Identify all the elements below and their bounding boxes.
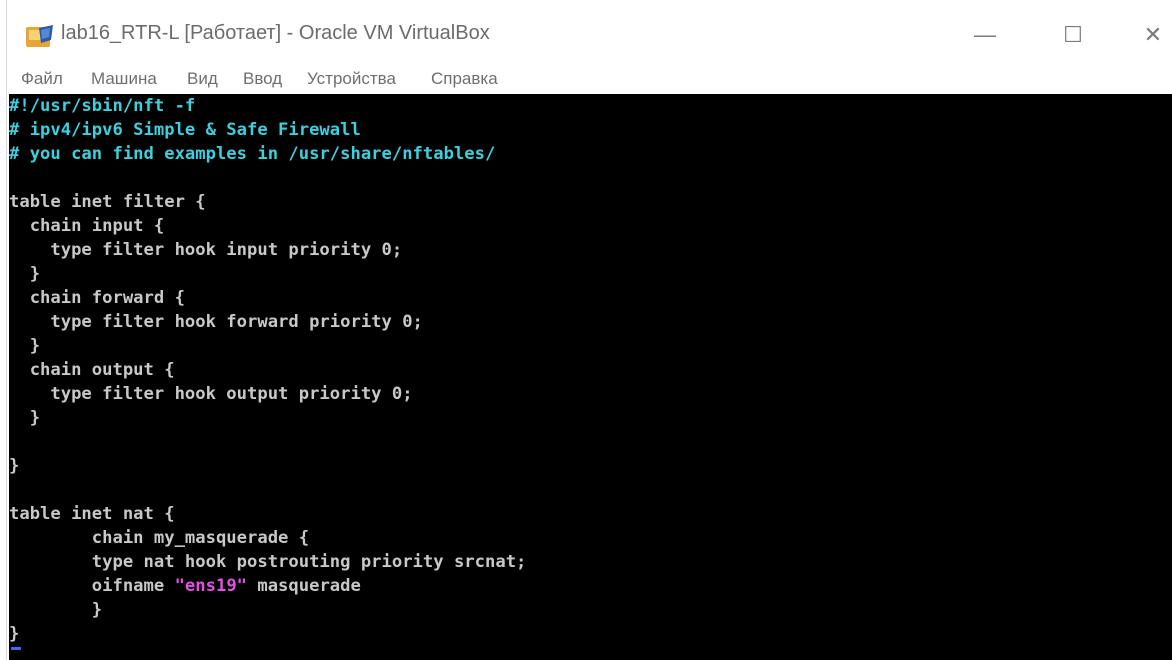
console-line: }: [9, 264, 41, 284]
maximize-button[interactable]: ☐: [1053, 18, 1093, 52]
console-line: # you can find examples in /usr/share/nf…: [9, 144, 496, 164]
text-cursor: [11, 647, 21, 650]
console-line: oifname "ens19" masquerade: [9, 574, 361, 598]
menu-view[interactable]: Вид: [187, 69, 218, 89]
console-line: }: [9, 624, 20, 644]
console-string: "ens19": [174, 576, 248, 596]
console-line: type nat hook postrouting priority srcna…: [9, 552, 527, 572]
console-line: # ipv4/ipv6 Simple & Safe Firewall: [9, 120, 361, 140]
console-line: }: [9, 336, 41, 356]
console-line: }: [9, 456, 20, 476]
menu-help[interactable]: Справка: [431, 69, 498, 89]
menu-input[interactable]: Ввод: [243, 69, 282, 89]
console-line: chain forward {: [9, 288, 185, 308]
window-title: lab16_RTR-L [Работает] - Oracle VM Virtu…: [61, 22, 490, 44]
close-button[interactable]: ✕: [1133, 18, 1172, 52]
close-icon: ✕: [1143, 22, 1163, 47]
console-line: table inet nat {: [9, 504, 175, 524]
minimize-button[interactable]: —: [965, 18, 1005, 52]
console-line: #!/usr/sbin/nft -f: [9, 96, 196, 116]
console-line: }: [9, 600, 103, 620]
menu-devices[interactable]: Устройства: [307, 69, 396, 89]
virtualbox-window: lab16_RTR-L [Работает] - Oracle VM Virtu…: [6, 0, 1172, 660]
menu-file[interactable]: Файл: [21, 69, 63, 89]
virtualbox-icon: [26, 25, 53, 47]
console-line: type filter hook forward priority 0;: [9, 312, 423, 332]
title-bar[interactable]: lab16_RTR-L [Работает] - Oracle VM Virtu…: [7, 0, 1172, 62]
console-text: oifname: [9, 576, 175, 596]
vm-console-screen[interactable]: #!/usr/sbin/nft -f # ipv4/ipv6 Simple & …: [9, 94, 1172, 660]
console-line: }: [9, 408, 41, 428]
console-line: type filter hook output priority 0;: [9, 384, 413, 404]
console-line: chain output {: [9, 360, 175, 380]
console-line: table inet filter {: [9, 192, 206, 212]
minimize-icon: —: [974, 22, 996, 47]
maximize-icon: ☐: [1063, 22, 1083, 47]
menu-machine[interactable]: Машина: [91, 69, 157, 89]
console-line: type filter hook input priority 0;: [9, 240, 403, 260]
console-text: masquerade: [247, 576, 361, 596]
console-line: chain input {: [9, 216, 165, 236]
menu-bar: Файл Машина Вид Ввод Устройства Справка: [7, 62, 1172, 94]
console-line: chain my_masquerade {: [9, 528, 310, 548]
